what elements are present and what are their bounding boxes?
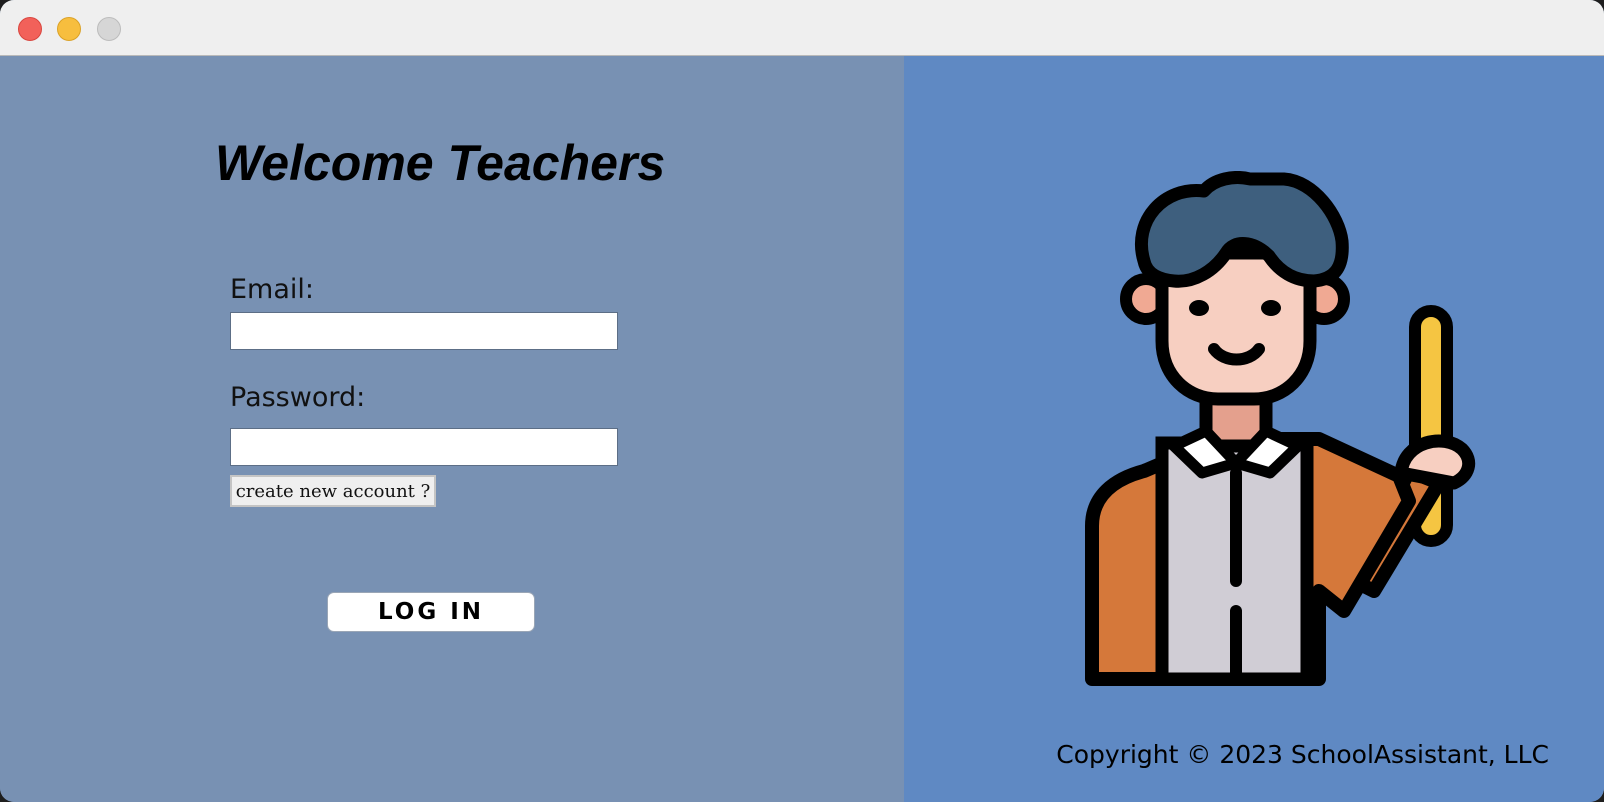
teacher-pointer-icon <box>1085 171 1476 686</box>
email-label: Email: <box>230 274 315 305</box>
password-label: Password: <box>230 382 366 413</box>
create-account-button[interactable]: create new account ? <box>230 475 436 507</box>
email-field[interactable] <box>230 312 618 350</box>
illustration-panel: Copyright © 2023 SchoolAssistant, LLC <box>904 56 1604 802</box>
right-eye <box>1261 300 1281 316</box>
login-panel: Welcome Teachers Email: Password: create… <box>0 56 904 802</box>
left-eye <box>1189 300 1209 316</box>
hand <box>1394 434 1476 490</box>
password-field[interactable] <box>230 428 618 466</box>
minimize-window-button[interactable] <box>57 17 81 41</box>
app-window: Welcome Teachers Email: Password: create… <box>0 0 1604 802</box>
close-window-button[interactable] <box>18 17 42 41</box>
maximize-window-button[interactable] <box>97 17 121 41</box>
title-bar <box>0 0 1604 56</box>
copyright-text: Copyright © 2023 SchoolAssistant, LLC <box>1056 740 1549 769</box>
page-title: Welcome Teachers <box>215 135 666 191</box>
login-button[interactable]: LOG IN <box>327 592 535 632</box>
